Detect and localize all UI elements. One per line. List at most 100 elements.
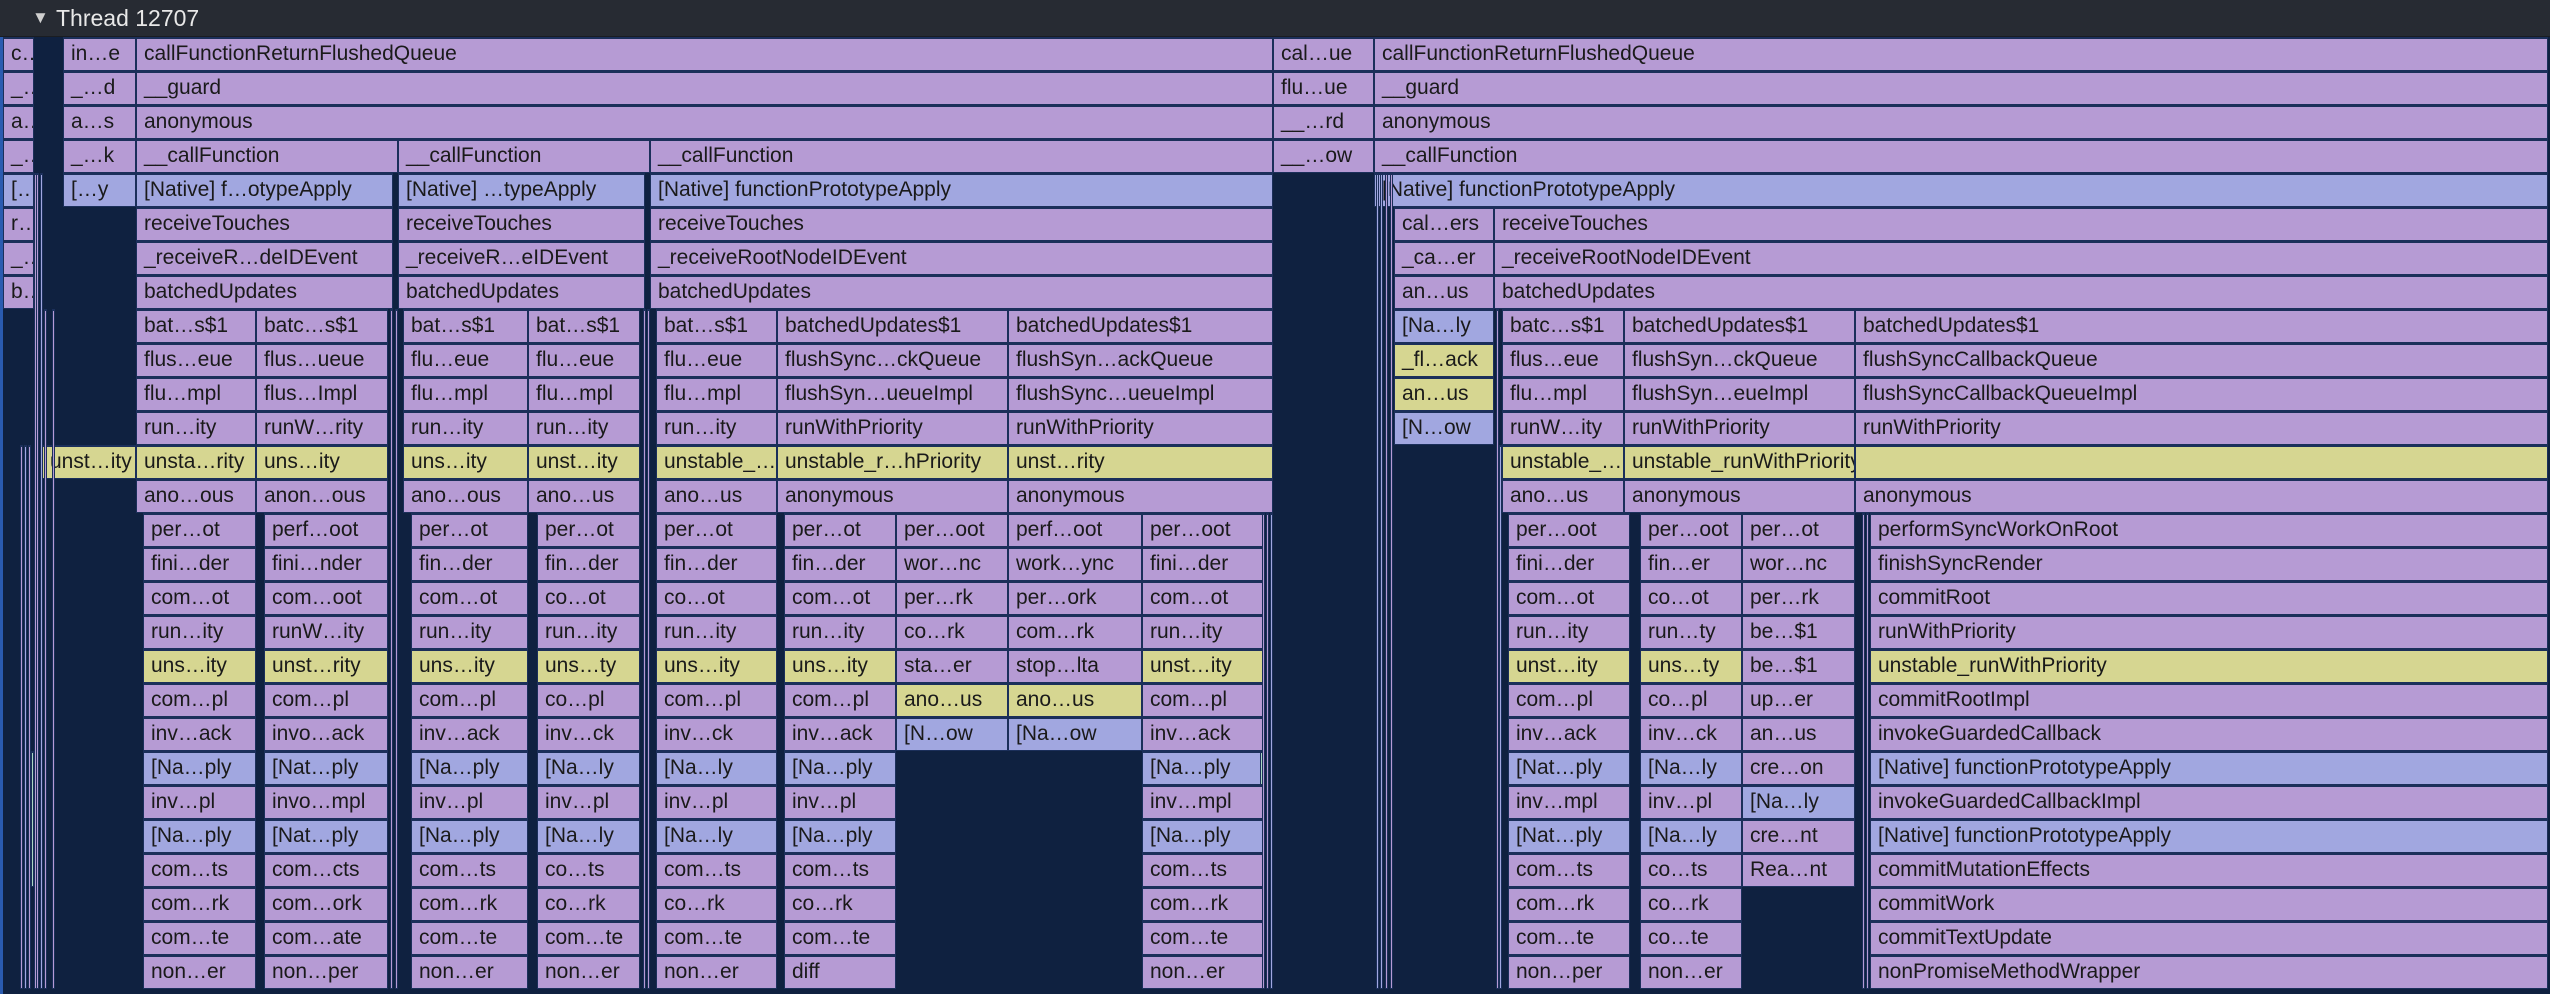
flame-frame[interactable]: _receiveR…eIDEvent [398, 241, 645, 275]
flame-frame[interactable]: batc…s$1 [1502, 309, 1624, 343]
flame-frame[interactable]: run…ty [1640, 615, 1742, 649]
flame-frame[interactable]: fini…der [1142, 547, 1263, 581]
flame-frame[interactable]: uns…ity [403, 445, 528, 479]
flame-frame[interactable]: per…ot [143, 513, 256, 547]
flame-frame[interactable]: flu…eue [403, 343, 528, 377]
flame-frame[interactable]: non…per [1508, 955, 1630, 989]
flame-frame[interactable]: anonymous [777, 479, 1008, 513]
flame-frame[interactable]: co…ts [1640, 853, 1742, 887]
flame-frame[interactable]: com…te [537, 921, 640, 955]
flame-frame[interactable]: stop…lta [1008, 649, 1142, 683]
flame-frame[interactable]: fini…der [1508, 547, 1630, 581]
flame-frame[interactable]: bat…s$1 [403, 309, 528, 343]
flame-frame[interactable]: Rea…nt [1742, 853, 1855, 887]
flame-frame[interactable]: commitTextUpdate [1870, 921, 2548, 955]
flame-frame[interactable]: per…oot [896, 513, 1008, 547]
flame-frame[interactable]: up…er [1742, 683, 1855, 717]
flame-frame[interactable]: flus…eue [1502, 343, 1624, 377]
thread-header[interactable]: ▼ Thread 12707 [0, 0, 2550, 37]
flame-frame[interactable]: cre…on [1742, 751, 1855, 785]
flame-frame-sliver[interactable] [1380, 173, 1383, 989]
flame-frame[interactable]: uns…ty [1640, 649, 1742, 683]
flame-frame[interactable]: _…k [63, 139, 136, 173]
flame-frame[interactable]: unstable_…Priority [656, 445, 777, 479]
triangle-down-icon[interactable]: ▼ [32, 0, 49, 36]
flame-frame[interactable]: com…ts [143, 853, 256, 887]
flame-frame[interactable]: flu…mpl [656, 377, 777, 411]
flame-frame[interactable]: inv…mpl [1142, 785, 1263, 819]
flame-frame[interactable]: inv…pl [411, 785, 528, 819]
flame-frame[interactable]: run…ity [411, 615, 528, 649]
flame-frame[interactable]: [Na…ly [1640, 751, 1742, 785]
flame-frame[interactable]: fin…er [1640, 547, 1742, 581]
flame-frame[interactable]: per…ot [411, 513, 528, 547]
flame-frame[interactable]: unst…ity [42, 445, 136, 479]
flame-frame[interactable]: [Na…ly [537, 751, 640, 785]
flame-frame-sliver[interactable] [40, 173, 43, 989]
flame-frame[interactable]: perf…oot [1008, 513, 1142, 547]
flame-frame[interactable]: finishSyncRender [1870, 547, 2548, 581]
flame-frame[interactable]: receiveTouches [650, 207, 1273, 241]
flame-frame[interactable]: runWithPriority [1624, 411, 1855, 445]
flame-frame[interactable]: run…ity [403, 411, 528, 445]
flame-frame-sliver[interactable] [647, 309, 650, 989]
flame-frame[interactable]: com…pl [143, 683, 256, 717]
flame-frame[interactable]: commitMutationEffects [1870, 853, 2548, 887]
flame-frame[interactable]: unstable_r…hPriority [777, 445, 1008, 479]
flame-frame[interactable]: [Na…ply [411, 819, 528, 853]
flame-frame[interactable]: unstable_runWithPriority [1624, 445, 1855, 479]
flame-frame[interactable]: diff [784, 955, 896, 989]
flame-frame[interactable]: flu…eue [656, 343, 777, 377]
flame-frame[interactable]: run…ity [1142, 615, 1263, 649]
flame-frame[interactable]: uns…ity [656, 649, 777, 683]
flame-frame-sliver[interactable] [390, 309, 393, 989]
flame-frame[interactable]: flu…mpl [528, 377, 640, 411]
flame-frame[interactable]: com…te [1142, 921, 1263, 955]
flame-frame[interactable]: com…pl [784, 683, 896, 717]
flame-frame-sliver[interactable] [1499, 445, 1502, 989]
flame-frame[interactable]: unst…ity [1142, 649, 1263, 683]
flame-frame[interactable]: [Na…ply [1142, 751, 1263, 785]
flame-graph[interactable]: c…in…ecallFunctionReturnFlushedQueuecal…… [0, 37, 2550, 994]
flame-frame[interactable]: run…ity [784, 615, 896, 649]
flame-frame[interactable]: batchedUpdates [650, 275, 1273, 309]
flame-frame[interactable]: sta…er [896, 649, 1008, 683]
flame-frame[interactable]: run…ity [656, 615, 777, 649]
flame-frame[interactable]: runWithPriority [777, 411, 1008, 445]
flame-frame[interactable]: __guard [1374, 71, 2548, 105]
flame-frame[interactable]: _fl…ack [1394, 343, 1494, 377]
flame-frame[interactable]: invo…ack [264, 717, 388, 751]
flame-frame[interactable]: com…te [143, 921, 256, 955]
flame-frame[interactable]: unst…ity [1508, 649, 1630, 683]
flame-frame[interactable]: wor…nc [896, 547, 1008, 581]
flame-frame[interactable]: an…us [1742, 717, 1855, 751]
flame-frame[interactable]: inv…ack [411, 717, 528, 751]
flame-frame[interactable]: invokeGuardedCallback [1870, 717, 2548, 751]
flame-frame[interactable]: __callFunction [136, 139, 398, 173]
flame-frame[interactable]: batchedUpdates$1 [1855, 309, 2548, 343]
flame-frame[interactable]: anonymous [1374, 105, 2548, 139]
flame-frame[interactable]: unstable_runWithPriority [1870, 649, 2548, 683]
flame-frame[interactable]: non…er [143, 955, 256, 989]
flame-frame[interactable]: inv…pl [656, 785, 777, 819]
flame-frame[interactable]: [Nat…ply [1508, 751, 1630, 785]
flame-frame[interactable]: [Native] functionPrototypeApply [1374, 173, 2548, 207]
flame-frame[interactable]: flus…eue [136, 343, 256, 377]
flame-frame[interactable]: co…ot [537, 581, 640, 615]
flame-frame[interactable]: per…ot [1742, 513, 1855, 547]
flame-frame[interactable]: com…cts [264, 853, 388, 887]
flame-frame[interactable]: runWithPriority [1008, 411, 1273, 445]
flame-frame[interactable]: com…rk [1508, 887, 1630, 921]
flame-frame-sliver[interactable] [36, 173, 39, 989]
flame-frame[interactable]: unst…rity [264, 649, 388, 683]
flame-frame[interactable]: _receiveRootNodeIDEvent [1494, 241, 2548, 275]
flame-frame[interactable]: flushSync…ueueImpl [1008, 377, 1273, 411]
flame-frame[interactable]: flus…Impl [256, 377, 388, 411]
flame-frame[interactable]: com…pl [656, 683, 777, 717]
flame-frame[interactable]: per…oot [1640, 513, 1742, 547]
flame-frame[interactable]: batchedUpdates [398, 275, 645, 309]
flame-frame[interactable]: r… [3, 207, 34, 241]
flame-frame[interactable]: com…te [784, 921, 896, 955]
flame-frame[interactable]: __callFunction [1374, 139, 2548, 173]
flame-frame[interactable]: non…er [1142, 955, 1263, 989]
